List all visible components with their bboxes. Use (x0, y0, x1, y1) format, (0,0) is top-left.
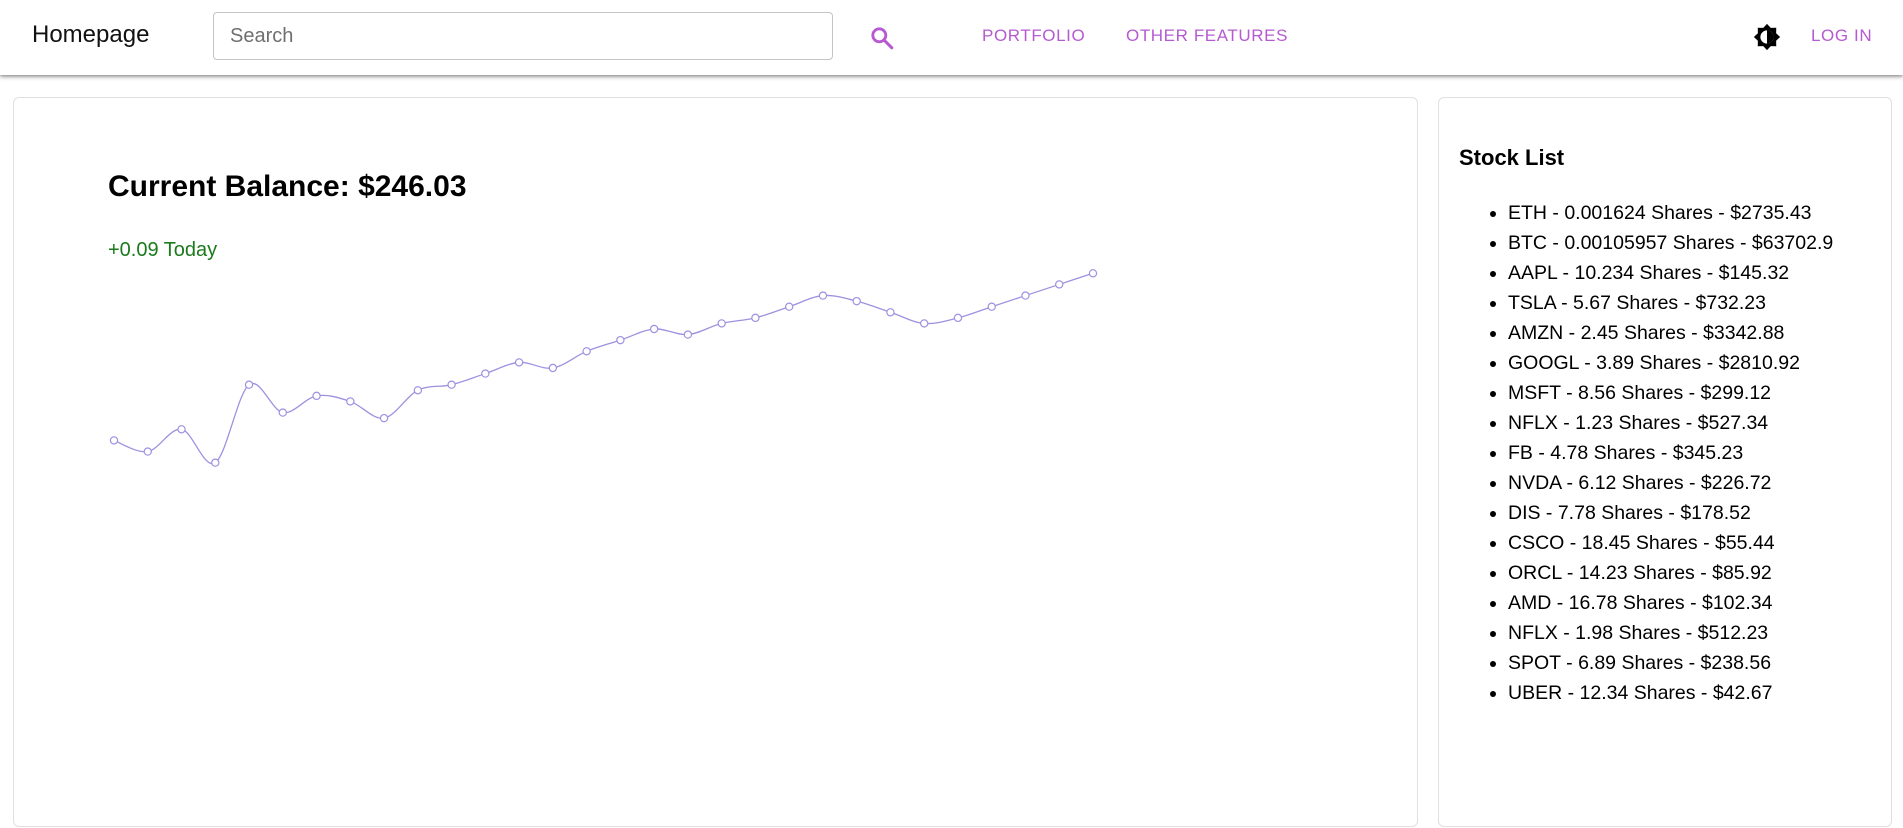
balance-point (447, 380, 456, 389)
balance-point (312, 391, 321, 401)
login-button[interactable]: LOG IN (1811, 26, 1872, 46)
stock-list-item: NFLX - 1.98 Shares - $512.23 (1508, 618, 1833, 648)
balance-chart (109, 269, 1098, 467)
stock-list-item: TSLA - 5.67 Shares - $732.23 (1508, 288, 1833, 318)
balance-point (987, 302, 996, 311)
balance-point (886, 308, 895, 317)
stock-list-item: NVDA - 6.12 Shares - $226.72 (1508, 468, 1833, 498)
stock-list-item: ORCL - 14.23 Shares - $85.92 (1508, 558, 1833, 588)
balance-point (211, 458, 220, 467)
stock-list-item: AMD - 16.78 Shares - $102.34 (1508, 588, 1833, 618)
nav-portfolio[interactable]: PORTFOLIO (982, 26, 1085, 46)
stock-list-item: NFLX - 1.23 Shares - $527.34 (1508, 408, 1833, 438)
balance-point (109, 436, 119, 445)
search-button[interactable] (864, 20, 900, 56)
balance-point (852, 296, 861, 306)
balance-point (1088, 269, 1098, 278)
balance-point (177, 425, 186, 434)
balance-point (413, 386, 423, 395)
balance-point (717, 319, 726, 328)
balance-point (582, 347, 591, 356)
balance-point (683, 330, 693, 339)
balance-point (278, 408, 287, 417)
balance-point (751, 313, 760, 323)
stock-list-item: FB - 4.78 Shares - $345.23 (1508, 438, 1833, 468)
stock-list-item: BTC - 0.00105957 Shares - $63702.9 (1508, 228, 1833, 258)
brightness-icon (1753, 23, 1781, 51)
brand-title[interactable]: Homepage (32, 21, 149, 49)
stock-list-item: MSFT - 8.56 Shares - $299.12 (1508, 378, 1833, 408)
theme-toggle-button[interactable] (1750, 20, 1784, 54)
balance-point (920, 319, 929, 328)
balance-card: Current Balance: $246.03 +0.09 Today (13, 97, 1418, 827)
stock-list-card: Stock List ETH - 0.001624 Shares - $2735… (1438, 97, 1892, 827)
stock-list-item: CSCO - 18.45 Shares - $55.44 (1508, 528, 1833, 558)
balance-point (143, 447, 152, 456)
balance-point (953, 313, 963, 323)
stock-list-item: UBER - 12.34 Shares - $42.67 (1508, 678, 1833, 708)
balance-point (818, 291, 828, 300)
balance-point (481, 369, 490, 378)
balance-point (616, 335, 625, 345)
balance-point (379, 413, 389, 423)
balance-point (244, 380, 254, 389)
stock-list-item: ETH - 0.001624 Shares - $2735.43 (1508, 198, 1833, 228)
stock-list-item: GOOGL - 3.89 Shares - $2810.92 (1508, 348, 1833, 378)
stock-list-item: SPOT - 6.89 Shares - $238.56 (1508, 648, 1833, 678)
stock-list: ETH - 0.001624 Shares - $2735.43BTC - 0.… (1459, 198, 1833, 708)
stock-list-title: Stock List (1459, 145, 1565, 170)
balance-point (649, 324, 659, 334)
stock-list-item: AMZN - 2.45 Shares - $3342.88 (1508, 318, 1833, 348)
balance-point (514, 358, 524, 367)
balance-point (784, 302, 794, 311)
balance-point (1021, 291, 1030, 300)
balance-line (113, 272, 1094, 465)
search-input[interactable] (213, 12, 833, 60)
stock-list-item: AAPL - 10.234 Shares - $145.32 (1508, 258, 1833, 288)
stock-list-item: DIS - 7.78 Shares - $178.52 (1508, 498, 1833, 528)
balance-point (548, 363, 558, 373)
nav-other-features[interactable]: OTHER FEATURES (1126, 26, 1288, 46)
app-bar: Homepage PORTFOLIO OTHER FEATURES LOG IN (0, 0, 1903, 75)
balance-point (346, 397, 355, 406)
balance-point (1055, 280, 1064, 289)
search-icon (871, 27, 894, 50)
